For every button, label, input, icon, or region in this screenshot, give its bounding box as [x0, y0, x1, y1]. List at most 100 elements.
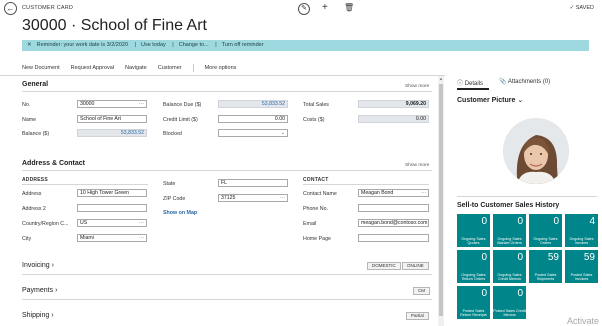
invoicing-tag-domestic: DOMESTIC: [367, 262, 401, 270]
phone-field[interactable]: [358, 204, 429, 212]
info-icon: ⓘ: [457, 81, 464, 87]
address-show-more[interactable]: Show more: [405, 163, 429, 168]
blocked-label: Blocked: [163, 131, 182, 137]
address-subheading: ADDRESS: [22, 177, 48, 183]
city-field[interactable]: Miami ···: [77, 234, 147, 242]
sales-history-tile[interactable]: 0 Posted Sales Return Receipts: [457, 286, 490, 319]
edit-icon[interactable]: ✎: [298, 3, 310, 15]
sales-history-tile[interactable]: 59 Posted Sales Invoices: [565, 250, 598, 283]
tab-details-label: Details: [464, 81, 484, 87]
sales-history-tile[interactable]: 0 Posted Sales Credit Memos: [493, 286, 526, 319]
invoicing-section-title[interactable]: Invoicing ›: [22, 262, 54, 269]
phone-label: Phone No.: [303, 206, 329, 212]
back-icon[interactable]: ←: [4, 2, 17, 15]
balance-due-label: Balance Due ($): [163, 102, 202, 108]
divider: [22, 184, 148, 185]
sales-history-tile[interactable]: 0 Ongoing Sales Return Orders: [457, 250, 490, 283]
homepage-field[interactable]: [358, 234, 429, 242]
payments-section-title[interactable]: Payments ›: [22, 287, 57, 294]
tab-details[interactable]: ⓘ Details: [457, 78, 483, 87]
tile-caption: Ongoing Sales Blanket Orders: [497, 237, 522, 245]
reminder-separator: |: [134, 42, 136, 48]
email-label: Email: [303, 221, 317, 227]
more-icon[interactable]: ···: [280, 195, 285, 201]
country-value: US: [80, 220, 88, 226]
balance-due-field[interactable]: 53,833.52: [218, 100, 288, 108]
customer-picture-label: Customer Picture: [457, 97, 516, 104]
address2-field[interactable]: [77, 204, 147, 212]
page-title: 30000 · School of Fine Art: [22, 17, 207, 34]
homepage-label: Home Page: [303, 236, 331, 242]
country-field[interactable]: US ···: [77, 219, 147, 227]
costs-field[interactable]: 0.00: [358, 115, 429, 123]
scrollbar-thumb[interactable]: [439, 84, 443, 316]
tile-value: 0: [517, 216, 523, 227]
email-field[interactable]: meagan.bond@contoso.com: [358, 219, 429, 227]
shipping-title: Shipping: [22, 312, 50, 319]
no-field[interactable]: 30000 ···: [77, 100, 147, 108]
active-tab-indicator: [457, 88, 489, 90]
zip-field[interactable]: 37125 ···: [218, 194, 288, 202]
tab-attachments-label: Attachments (0): [507, 79, 551, 85]
no-label: No.: [22, 102, 31, 108]
city-value: Miami: [80, 235, 94, 241]
name-field[interactable]: School of Fine Art: [77, 115, 147, 123]
contact-name-value: Meagan Bond: [361, 190, 394, 196]
contact-name-field[interactable]: Meagan Bond ···: [358, 189, 429, 197]
action-new-document[interactable]: New Document: [22, 65, 60, 71]
credit-limit-label: Credit Limit ($): [163, 117, 198, 123]
blocked-select[interactable]: ⌄: [218, 129, 288, 137]
credit-limit-field[interactable]: 0.00: [218, 115, 288, 123]
customer-picture-title[interactable]: Customer Picture ⌄: [457, 96, 523, 104]
address-field[interactable]: 10 High Tower Green: [77, 189, 147, 197]
divider: [457, 196, 597, 197]
general-show-more[interactable]: Show more: [405, 84, 429, 89]
show-on-map-link[interactable]: Show on Map: [163, 210, 197, 216]
invoicing-tag-online: ONLINE: [402, 262, 429, 270]
delete-icon[interactable]: 🗑: [344, 3, 354, 12]
sales-history-tile[interactable]: 0 Ongoing Sales Credit Memos: [493, 250, 526, 283]
tab-attachments[interactable]: 📎 Attachments (0): [499, 78, 550, 85]
use-today-link[interactable]: Use today: [141, 42, 166, 48]
sales-history-tile[interactable]: 0 Ongoing Sales Orders: [529, 214, 562, 247]
action-bar: New Document Request Approval Navigate Cust…: [22, 62, 437, 74]
scroll-up-icon[interactable]: ▲: [438, 76, 444, 83]
more-icon[interactable]: ···: [139, 235, 144, 241]
tile-caption: Ongoing Sales Invoices: [569, 237, 594, 245]
action-customer[interactable]: Customer: [158, 65, 182, 71]
action-navigate[interactable]: Navigate: [125, 65, 147, 71]
zip-value: 37125: [221, 195, 236, 201]
change-to-link[interactable]: Change to...: [179, 42, 209, 48]
divider: [22, 170, 432, 171]
divider: [0, 75, 445, 76]
state-field[interactable]: FL: [218, 179, 288, 187]
more-icon[interactable]: ···: [421, 190, 426, 196]
sales-history-tile[interactable]: 4 Ongoing Sales Invoices: [565, 214, 598, 247]
address2-label: Address 2: [22, 206, 46, 212]
customer-photo[interactable]: [503, 118, 569, 184]
name-label: Name: [22, 117, 37, 123]
payments-tag: CM: [413, 287, 430, 295]
sales-history-tile[interactable]: 59 Posted Sales Shipments: [529, 250, 562, 283]
divider: [22, 91, 432, 92]
new-icon[interactable]: +: [322, 2, 328, 13]
tile-value: 0: [553, 216, 559, 227]
close-icon[interactable]: ✕: [27, 42, 32, 48]
sales-history-tile[interactable]: 0 Ongoing Sales Blanket Orders: [493, 214, 526, 247]
action-request-approval[interactable]: Request Approval: [71, 65, 114, 71]
turn-off-reminder-link[interactable]: Turn off reminder: [222, 42, 264, 48]
action-more-options[interactable]: More options: [205, 65, 237, 71]
address-label: Address: [22, 191, 42, 197]
more-icon[interactable]: ···: [139, 220, 144, 226]
more-icon[interactable]: ···: [139, 101, 144, 107]
total-sales-field[interactable]: 9,069.20: [358, 100, 429, 108]
sales-history-tile[interactable]: 0 Ongoing Sales Quotes: [457, 214, 490, 247]
general-section-title[interactable]: General: [22, 81, 48, 88]
zip-label: ZIP Code: [163, 196, 186, 202]
total-sales-label: Total Sales: [303, 102, 329, 108]
reminder-separator: |: [172, 42, 174, 48]
address-section-title[interactable]: Address & Contact: [22, 160, 85, 167]
balance-field[interactable]: 53,833.52: [77, 129, 147, 137]
shipping-section-title[interactable]: Shipping ›: [22, 312, 54, 319]
tile-caption: Ongoing Sales Orders: [533, 237, 558, 245]
